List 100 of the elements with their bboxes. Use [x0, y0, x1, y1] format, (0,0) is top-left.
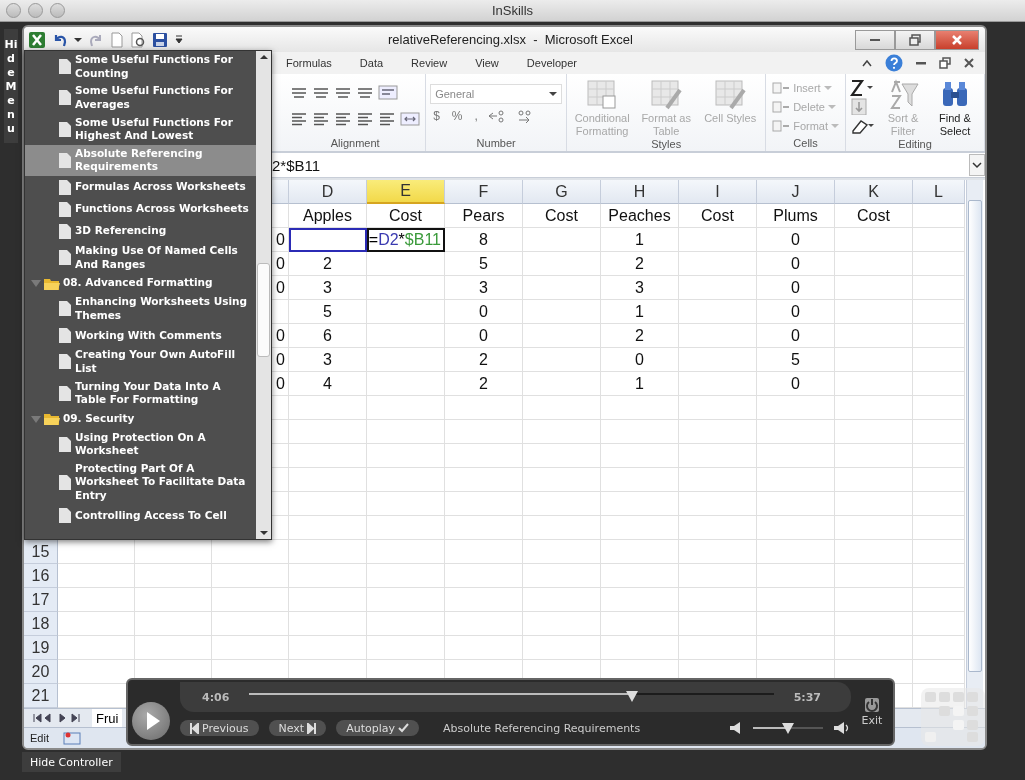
table-cell: Plums: [757, 204, 835, 228]
lesson-item[interactable]: Some Useful Functions For Averages: [25, 82, 256, 114]
expand-formula-button[interactable]: [969, 154, 985, 176]
formula-field[interactable]: 2*$B11: [270, 156, 969, 174]
table-cell: 1: [601, 372, 679, 396]
volume-high-icon[interactable]: [833, 721, 851, 735]
ribbon-tab[interactable]: Developer: [512, 57, 591, 69]
scroll-thumb[interactable]: [257, 263, 270, 357]
number-format-button[interactable]: $: [430, 108, 443, 123]
autoplay-button[interactable]: Autoplay: [336, 720, 419, 736]
help-icon[interactable]: [885, 54, 903, 72]
collapse-ribbon-icon[interactable]: [861, 57, 873, 69]
lesson-item[interactable]: Working With Comments: [25, 324, 256, 347]
restore-icon[interactable]: [939, 57, 951, 69]
lesson-item[interactable]: Using Protection On A Worksheet: [25, 428, 256, 460]
close-button[interactable]: [935, 29, 979, 50]
previous-button[interactable]: Previous: [180, 720, 259, 736]
seek-slider[interactable]: [249, 691, 774, 703]
document-icon: [59, 250, 71, 266]
print-preview-icon[interactable]: [130, 31, 146, 48]
section-item[interactable]: 09. Security: [25, 408, 256, 429]
number-format-button[interactable]: ,: [471, 108, 481, 123]
row-header[interactable]: 15: [24, 540, 58, 564]
spreadsheet-logo-icon[interactable]: [28, 30, 46, 49]
column-header[interactable]: L: [913, 180, 965, 204]
row-header[interactable]: 20: [24, 660, 58, 684]
column-header[interactable]: F: [445, 180, 523, 204]
lesson-title: Protecting Part Of A Worksheet To Facilitate Data Entry: [75, 461, 247, 503]
caret-icon[interactable]: [74, 36, 82, 43]
autosum-icon[interactable]: [850, 78, 876, 96]
close-icon[interactable]: [963, 57, 975, 69]
ribbon-tab[interactable]: Formulas: [272, 57, 346, 69]
row-header[interactable]: 18: [24, 612, 58, 636]
ribbon-tab[interactable]: Data: [345, 57, 398, 69]
ribbon-button[interactable]: Find & Select: [930, 78, 980, 139]
lesson-item[interactable]: Enhancing Worksheets Using Themes: [25, 293, 256, 325]
column-header[interactable]: G: [523, 180, 601, 204]
table-cell: Pears: [445, 204, 523, 228]
row-header[interactable]: 21: [24, 684, 58, 708]
row-header[interactable]: 16: [24, 564, 58, 588]
column-header[interactable]: H: [601, 180, 679, 204]
ribbon-tab[interactable]: View: [461, 57, 513, 69]
column-header[interactable]: E: [367, 180, 445, 204]
status-text: Edit: [30, 732, 49, 744]
customize-toolbar-icon[interactable]: [174, 33, 184, 46]
lesson-title: Using Protection On A Worksheet: [75, 430, 207, 458]
lesson-item[interactable]: Some Useful Functions For Highest And Lowest: [25, 113, 256, 145]
restore-button[interactable]: [895, 29, 935, 50]
table-cell: [913, 588, 965, 612]
merge-cells-icon[interactable]: [399, 109, 422, 128]
lesson-item[interactable]: Some Useful Functions For Counting: [25, 51, 256, 83]
column-header[interactable]: I: [679, 180, 757, 204]
table-cell: [913, 372, 965, 396]
section-item[interactable]: 08. Advanced Formatting: [25, 273, 256, 294]
table-cell: [913, 564, 965, 588]
row-header[interactable]: 17: [24, 588, 58, 612]
insert-icon: [772, 79, 791, 96]
exit-button[interactable]: Exit: [857, 697, 887, 727]
cell-styles-icon: [713, 78, 748, 112]
lesson-item[interactable]: Creating Your Own AutoFill List: [25, 346, 256, 378]
hide-controller-button[interactable]: Hide Controller: [22, 752, 121, 772]
table-cell: [913, 252, 965, 276]
table-cell: 0: [601, 348, 679, 372]
next-button[interactable]: Next: [268, 720, 327, 736]
vertical-scrollbar[interactable]: [966, 180, 983, 708]
power-icon: [865, 697, 879, 712]
lesson-item[interactable]: Making Use Of Named Cells And Ranges: [25, 242, 256, 274]
lesson-item[interactable]: 3D Referencing: [25, 220, 256, 243]
hide-menu-button[interactable]: HideMenu: [4, 29, 18, 143]
play-button[interactable]: [132, 702, 170, 740]
table-cell: [913, 492, 965, 516]
number-format-dropdown[interactable]: General: [430, 83, 563, 104]
menu-scrollbar[interactable]: [256, 51, 271, 539]
lesson-item[interactable]: Controlling Access To Cell: [25, 504, 256, 527]
column-header[interactable]: K: [835, 180, 913, 204]
lesson-item[interactable]: Functions Across Worksheets: [25, 198, 256, 221]
volume-low-icon[interactable]: [729, 721, 743, 735]
lesson-item[interactable]: Protecting Part Of A Worksheet To Facilitate Data Entry: [25, 459, 256, 505]
lesson-item[interactable]: Turning Your Data Into A Table For Formatting: [25, 377, 256, 409]
column-header[interactable]: J: [757, 180, 835, 204]
row-header[interactable]: 19: [24, 636, 58, 660]
table-cell: 0: [445, 324, 523, 348]
number-format-button[interactable]: %: [448, 108, 466, 123]
macro-record-icon[interactable]: [62, 731, 81, 745]
save-icon[interactable]: [152, 31, 168, 48]
table-cell: Peaches: [601, 204, 679, 228]
lesson-title: Controlling Access To Cell: [75, 508, 227, 523]
lesson-title: Functions Across Worksheets: [75, 202, 249, 216]
table-icon: [649, 78, 684, 112]
wrap-text-icon[interactable]: [377, 83, 400, 102]
lesson-item[interactable]: Formulas Across Worksheets: [25, 176, 256, 199]
table-cell[interactable]: =D2*$B11: [367, 228, 445, 252]
column-header[interactable]: D: [289, 180, 367, 204]
minimize-button[interactable]: [855, 29, 895, 50]
table-cell: 4: [289, 372, 367, 396]
ribbon-tab[interactable]: Review: [397, 57, 462, 69]
document-icon: [59, 59, 71, 75]
caret-icon: [549, 90, 558, 97]
volume-slider[interactable]: [753, 722, 823, 734]
sheet-tab[interactable]: Frui: [92, 709, 123, 727]
